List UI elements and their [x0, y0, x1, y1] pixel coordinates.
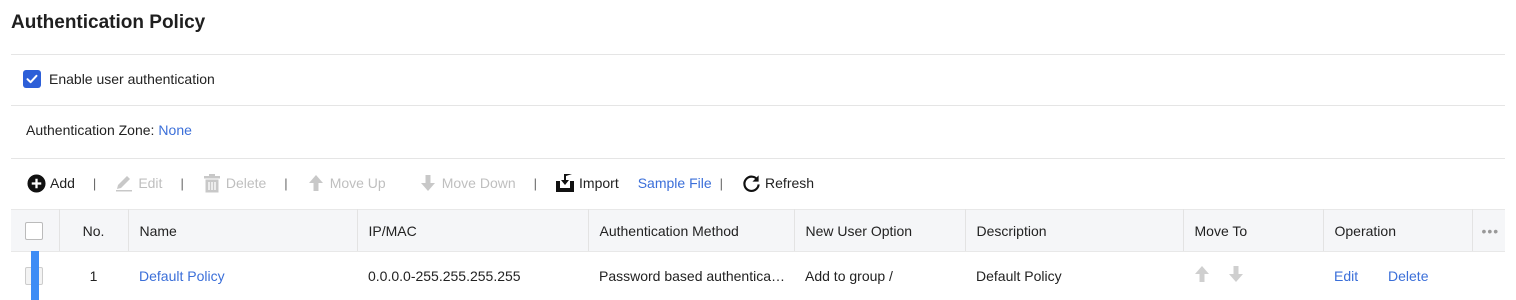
import-button[interactable]: Import: [555, 173, 619, 193]
column-header[interactable]: No.: [59, 209, 129, 252]
separator: |: [284, 175, 288, 191]
arrow-down-icon: [418, 173, 438, 193]
column-header[interactable]: Operation: [1323, 209, 1473, 252]
row-edit-link[interactable]: Edit: [1334, 268, 1358, 284]
column-header[interactable]: Name: [128, 209, 358, 252]
divider: [11, 105, 1505, 106]
table-row[interactable]: 1 Default Policy 0.0.0.0-255.255.255.255…: [11, 252, 1505, 300]
column-settings-cell: •••: [1472, 209, 1505, 252]
column-header[interactable]: Move To: [1183, 209, 1324, 252]
trash-icon: [202, 173, 222, 193]
column-header[interactable]: Description: [965, 209, 1184, 252]
plus-circle-icon: [26, 173, 46, 193]
refresh-label: Refresh: [765, 175, 815, 191]
toolbar: Add | Edit | Delete | Move Up Move Down …: [26, 172, 814, 194]
table-header: No. Name IP/MAC Authentication Method Ne…: [11, 209, 1505, 252]
move-to-cell: [1183, 252, 1323, 300]
operation-cell: Edit Delete: [1323, 252, 1472, 300]
auth-zone-value[interactable]: None: [158, 122, 191, 138]
sample-file-link[interactable]: Sample File: [638, 175, 712, 191]
refresh-icon: [741, 173, 761, 193]
move-down-label: Move Down: [441, 175, 516, 191]
add-label: Add: [50, 175, 75, 191]
description-cell: Default Policy: [976, 267, 1062, 284]
import-icon: [555, 173, 575, 193]
select-all-cell: [11, 209, 60, 252]
policy-name-link[interactable]: Default Policy: [128, 252, 357, 300]
separator: |: [180, 175, 184, 191]
auth-method-cell: Password based authentication: [599, 267, 794, 284]
move-up-button[interactable]: Move Up: [306, 173, 386, 193]
more-icon[interactable]: •••: [1482, 223, 1500, 239]
enable-auth-toggle[interactable]: Enable user authentication: [23, 70, 215, 88]
move-down-arrow-icon[interactable]: [1228, 265, 1244, 286]
edit-label: Edit: [138, 175, 163, 191]
move-down-button[interactable]: Move Down: [418, 173, 516, 193]
auth-zone-label: Authentication Zone:: [26, 122, 155, 138]
page-title: Authentication Policy: [11, 12, 206, 33]
separator: |: [92, 175, 97, 191]
check-icon: [26, 74, 38, 84]
separator: |: [533, 175, 538, 191]
separator: |: [719, 175, 724, 191]
import-label: Import: [579, 175, 619, 191]
edit-button[interactable]: Edit: [114, 173, 162, 193]
enable-auth-label: Enable user authentication: [49, 71, 215, 87]
delete-button[interactable]: Delete: [202, 173, 266, 193]
enable-auth-checkbox[interactable]: [23, 70, 41, 88]
new-user-option-cell: Add to group /: [805, 267, 893, 284]
move-up-label: Move Up: [329, 175, 386, 191]
ip-mac-cell: 0.0.0.0-255.255.255.255: [368, 267, 521, 284]
arrow-up-icon: [306, 173, 326, 193]
move-up-arrow-icon[interactable]: [1194, 265, 1210, 286]
delete-label: Delete: [225, 175, 267, 191]
row-selection-marker: [31, 251, 39, 300]
divider: [11, 54, 1505, 55]
column-header[interactable]: Authentication Method: [588, 209, 795, 252]
divider: [11, 158, 1505, 159]
row-delete-link[interactable]: Delete: [1388, 268, 1428, 284]
column-header[interactable]: IP/MAC: [357, 209, 589, 252]
add-button[interactable]: Add: [26, 173, 75, 193]
column-header[interactable]: New User Option: [794, 209, 966, 252]
policy-table: No. Name IP/MAC Authentication Method Ne…: [11, 209, 1505, 300]
row-number: 1: [89, 267, 98, 284]
empty-cell: [1472, 252, 1505, 300]
auth-zone-row: Authentication Zone: None: [26, 122, 192, 138]
refresh-button[interactable]: Refresh: [741, 173, 814, 193]
select-all-checkbox[interactable]: [25, 221, 43, 240]
pencil-icon: [114, 173, 134, 193]
